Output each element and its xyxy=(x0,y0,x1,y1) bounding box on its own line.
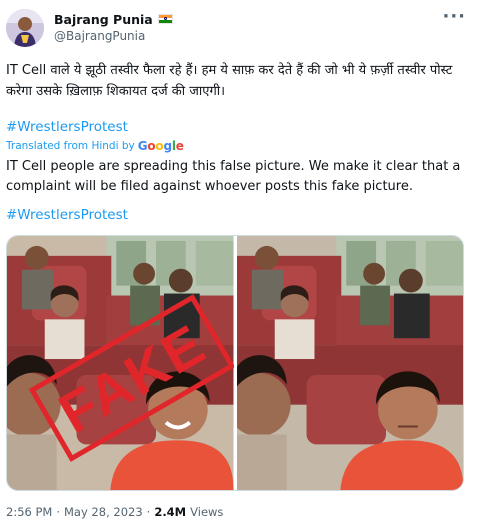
post-text-hindi: IT Cell वाले ये झूठी तस्वीर फैला रहे हैं… xyxy=(6,63,453,99)
fake-photo[interactable]: FAKE xyxy=(7,236,234,490)
original-photo[interactable] xyxy=(236,236,463,490)
views-label: Views xyxy=(190,505,224,519)
hashtag-link-english[interactable]: #WrestlersProtest xyxy=(6,207,128,223)
post-meta: 2:56 PM · May 28, 2023 · 2.4M Views xyxy=(6,505,223,519)
author-name[interactable]: Bajrang Punia xyxy=(54,12,153,27)
hashtag-link-hindi[interactable]: #WrestlersProtest xyxy=(6,119,128,135)
media-grid: FAKE xyxy=(6,235,464,491)
meta-separator: · xyxy=(146,505,151,519)
google-logo-icon: Google xyxy=(137,139,184,153)
views-count: 2.4M xyxy=(154,505,187,519)
post-time[interactable]: 2:56 PM xyxy=(6,505,52,519)
author-block: Bajrang Punia @BajrangPunia xyxy=(54,11,173,43)
translation-attribution[interactable]: Translated from Hindi by Google xyxy=(6,139,184,153)
author-handle[interactable]: @BajrangPunia xyxy=(54,29,173,43)
translated-label: Translated from Hindi by xyxy=(6,140,135,152)
india-flag-icon xyxy=(157,14,173,24)
post-date[interactable]: May 28, 2023 xyxy=(64,505,143,519)
more-options-icon[interactable]: ··· xyxy=(442,8,466,26)
meta-separator: · xyxy=(56,505,60,519)
avatar[interactable] xyxy=(6,9,44,47)
post-text-english: IT Cell people are spreading this false … xyxy=(6,159,461,194)
